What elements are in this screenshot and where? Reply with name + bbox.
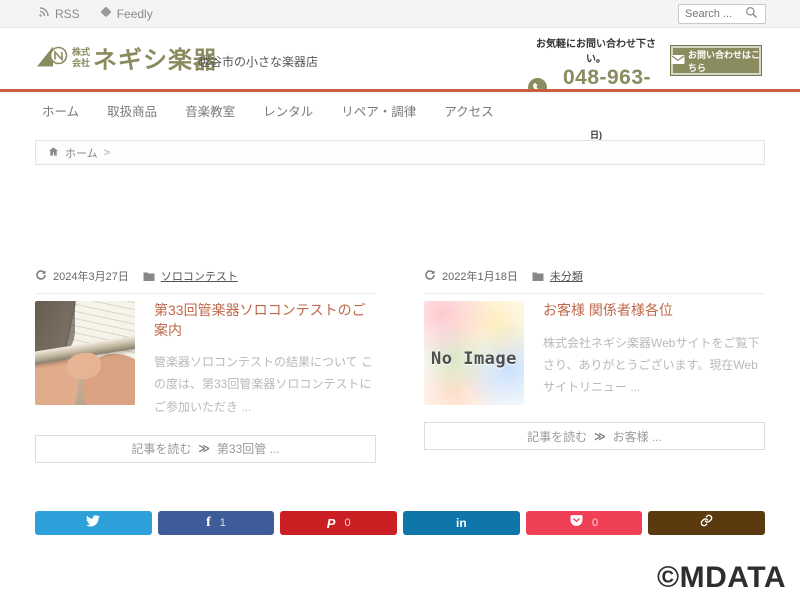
facebook-share-count: 1 (220, 517, 226, 529)
read-more-button[interactable]: 記事を読む ≫ お客様 ... (424, 422, 765, 450)
read-more-button[interactable]: 記事を読む ≫ 第33回管 ... (35, 435, 376, 463)
article-text: 第33回管楽器ソロコンテストのご案内 管楽器ソロコンテストの結果について この度… (154, 301, 376, 418)
article-title-link[interactable]: お客様 関係者様各位 (543, 301, 765, 321)
rss-label: RSS (55, 7, 80, 21)
contact-note: お気軽にお問い合わせ下さい。 (528, 35, 664, 65)
site-tagline: 越谷市の小さな楽器店 (198, 53, 318, 70)
rss-icon (38, 6, 50, 21)
pocket-share-button[interactable]: 0 (526, 511, 643, 535)
logo-mark-icon (36, 42, 68, 74)
article-excerpt: 株式会社ネギシ楽器Webサイトをご覧下さり、ありがとうございます。現在Webサイ… (543, 332, 765, 399)
twitter-share-button[interactable] (35, 511, 152, 535)
site-header: 株式 会社 ネギシ楽器 越谷市の小さな楽器店 お気軽にお問い合わせ下さい。 04… (0, 28, 800, 89)
share-button-row: f 1 P 0 in 0 (35, 511, 765, 535)
search-icon (745, 6, 758, 22)
read-more-label: 記事を読む (527, 428, 587, 445)
article-date: 2024年3月27日 (53, 268, 129, 284)
company-prefix: 株式 会社 (72, 47, 90, 68)
pocket-share-count: 0 (592, 517, 598, 529)
pocket-icon (570, 514, 583, 532)
article-category-link[interactable]: ソロコンテスト (161, 268, 238, 284)
mdata-watermark: ©MDATA (657, 561, 786, 595)
article-body: No Image お客様 関係者様各位 株式会社ネギシ楽器Webサイトをご覧下さ… (424, 301, 765, 405)
pinterest-share-count: 0 (344, 517, 350, 529)
link-icon (700, 514, 713, 532)
article-meta: 2024年3月27日 ソロコンテスト (35, 268, 376, 294)
article-title-link[interactable]: 第33回管楽器ソロコンテストのご案内 (154, 301, 376, 340)
double-chevron-icon: ≫ (198, 442, 210, 455)
page: RSS Feedly 株式 会社 (0, 0, 800, 600)
copy-link-share-button[interactable] (648, 511, 765, 535)
nav-item-products[interactable]: 取扱商品 (107, 101, 157, 120)
article-body: 第33回管楽器ソロコンテストのご案内 管楽器ソロコンテストの結果について この度… (35, 301, 376, 418)
read-more-target: 第33回管 ... (217, 440, 280, 457)
pinterest-share-button[interactable]: P 0 (280, 511, 397, 535)
article-category-link[interactable]: 未分類 (550, 268, 583, 284)
nav-item-repair[interactable]: リペア・調律 (341, 101, 416, 120)
linkedin-in-icon: in (456, 516, 467, 530)
contact-button[interactable]: お問い合わせはこちら (670, 45, 762, 76)
feedly-label: Feedly (117, 7, 153, 21)
breadcrumb: ホーム > (35, 140, 765, 165)
facebook-f-icon: f (206, 515, 211, 531)
nav-item-home[interactable]: ホーム (42, 101, 79, 120)
nav-item-music-school[interactable]: 音楽教室 (185, 101, 235, 120)
article-thumbnail-no-image[interactable]: No Image (424, 301, 524, 405)
pinterest-p-icon: P (327, 516, 336, 531)
company-prefix-line1: 株式 (72, 47, 90, 57)
article-card-notice: 2022年1月18日 未分類 No Image お客様 関係者様各位 株式会社ネ… (424, 268, 765, 450)
updated-icon (424, 269, 436, 284)
envelope-icon (671, 54, 685, 67)
feedly-link[interactable]: Feedly (100, 6, 153, 21)
folder-icon (143, 271, 155, 282)
breadcrumb-separator: > (104, 147, 110, 159)
article-thumbnail-flute-photo[interactable] (35, 301, 135, 405)
topbar: RSS Feedly (0, 0, 800, 28)
search-button[interactable] (745, 6, 758, 22)
read-more-target: お客様 ... (613, 428, 662, 445)
topbar-links: RSS Feedly (38, 0, 153, 27)
nav-item-rental[interactable]: レンタル (263, 101, 313, 120)
no-image-label: No Image (431, 349, 517, 369)
article-excerpt: 管楽器ソロコンテストの結果について この度は、第33回管楽器ソロコンテストにご参… (154, 351, 376, 418)
double-chevron-icon: ≫ (594, 430, 606, 443)
breadcrumb-home-link[interactable]: ホーム (65, 145, 98, 161)
read-more-label: 記事を読む (131, 440, 191, 457)
linkedin-share-button[interactable]: in (403, 511, 520, 535)
contact-button-label: お問い合わせはこちら (688, 48, 761, 74)
main-nav: ホーム 取扱商品 音楽教室 レンタル リペア・調律 アクセス (0, 92, 800, 128)
feedly-icon (100, 6, 112, 21)
article-date: 2022年1月18日 (442, 268, 518, 284)
article-text: お客様 関係者様各位 株式会社ネギシ楽器Webサイトをご覧下さり、ありがとうござ… (543, 301, 765, 405)
folder-icon (532, 271, 544, 282)
facebook-share-button[interactable]: f 1 (158, 511, 275, 535)
search-box (678, 4, 766, 24)
home-icon (48, 146, 59, 160)
article-meta: 2022年1月18日 未分類 (424, 268, 765, 294)
nav-item-access[interactable]: アクセス (444, 101, 493, 120)
search-input[interactable] (685, 8, 745, 20)
rss-link[interactable]: RSS (38, 6, 80, 21)
updated-icon (35, 269, 47, 284)
company-prefix-line2: 会社 (72, 58, 90, 68)
site-logo[interactable]: 株式 会社 ネギシ楽器 (36, 40, 218, 75)
twitter-bird-icon (86, 514, 100, 532)
article-card-solo-contest: 2024年3月27日 ソロコンテスト 第33回管楽器ソロコンテストのご案内 管楽… (35, 268, 376, 463)
